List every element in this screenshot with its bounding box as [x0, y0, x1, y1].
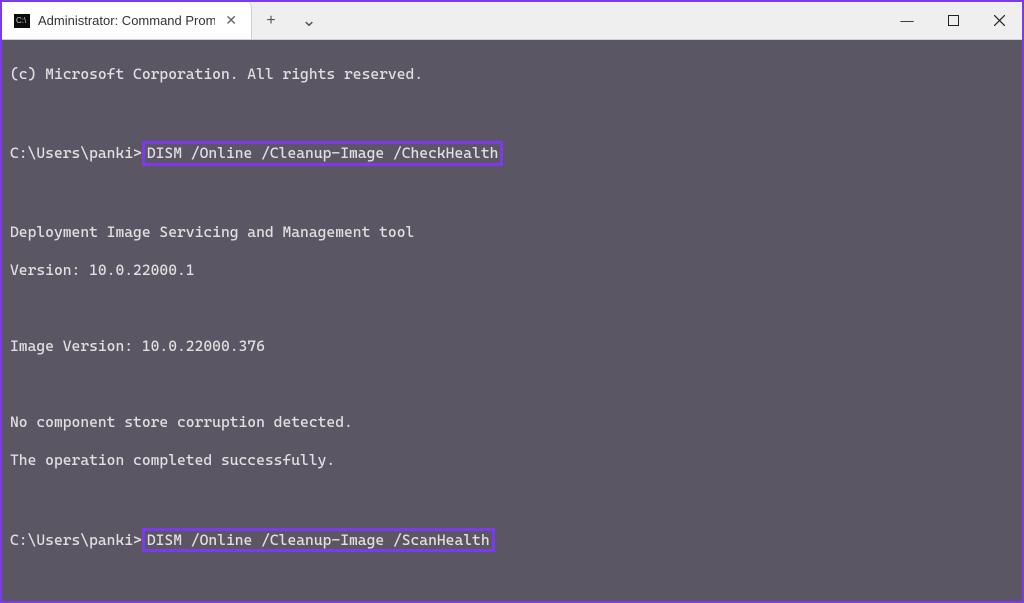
blank-line [10, 375, 1014, 394]
image-version-line: Image Version: 10.0.22000.376 [10, 337, 1014, 356]
close-window-button[interactable] [976, 2, 1022, 39]
prompt-prefix: C:\Users\panki> [10, 144, 142, 162]
tool-line: Deployment Image Servicing and Managemen… [10, 223, 1014, 242]
terminal-body[interactable]: (c) Microsoft Corporation. All rights re… [2, 40, 1022, 601]
tab-close-button[interactable]: ✕ [223, 12, 239, 29]
titlebar: C:\ Administrator: Command Promp ✕ + ⌄ — [2, 2, 1022, 40]
dropdown-button[interactable]: ⌄ [290, 2, 328, 39]
no-corrupt-line: No component store corruption detected. [10, 413, 1014, 432]
maximize-button[interactable] [930, 2, 976, 39]
tab-cmd[interactable]: C:\ Administrator: Command Promp ✕ [2, 2, 252, 39]
cmd-checkhealth-highlight: DISM /Online /Cleanup-Image /CheckHealth [142, 141, 504, 166]
prompt-prefix: C:\Users\panki> [10, 531, 142, 549]
prompt-line-2: C:\Users\panki>DISM /Online /Cleanup-Ima… [10, 528, 1014, 553]
blank-line [10, 185, 1014, 204]
new-tab-button[interactable]: + [252, 2, 290, 39]
cmd-icon: C:\ [14, 14, 30, 28]
blank-line [10, 571, 1014, 590]
success-line: The operation completed successfully. [10, 451, 1014, 470]
version-line: Version: 10.0.22000.1 [10, 261, 1014, 280]
blank-line [10, 103, 1014, 122]
minimize-button[interactable]: — [884, 2, 930, 39]
titlebar-spacer[interactable] [328, 2, 884, 39]
blank-line [10, 490, 1014, 509]
cmd-scanhealth-highlight: DISM /Online /Cleanup-Image /ScanHealth [142, 528, 495, 553]
blank-line [10, 299, 1014, 318]
window-controls: — [884, 2, 1022, 39]
copyright-line: (c) Microsoft Corporation. All rights re… [10, 65, 1014, 84]
maximize-icon [948, 15, 959, 26]
tab-title: Administrator: Command Promp [38, 13, 215, 28]
close-icon [994, 15, 1005, 26]
prompt-line-1: C:\Users\panki>DISM /Online /Cleanup-Ima… [10, 141, 1014, 166]
